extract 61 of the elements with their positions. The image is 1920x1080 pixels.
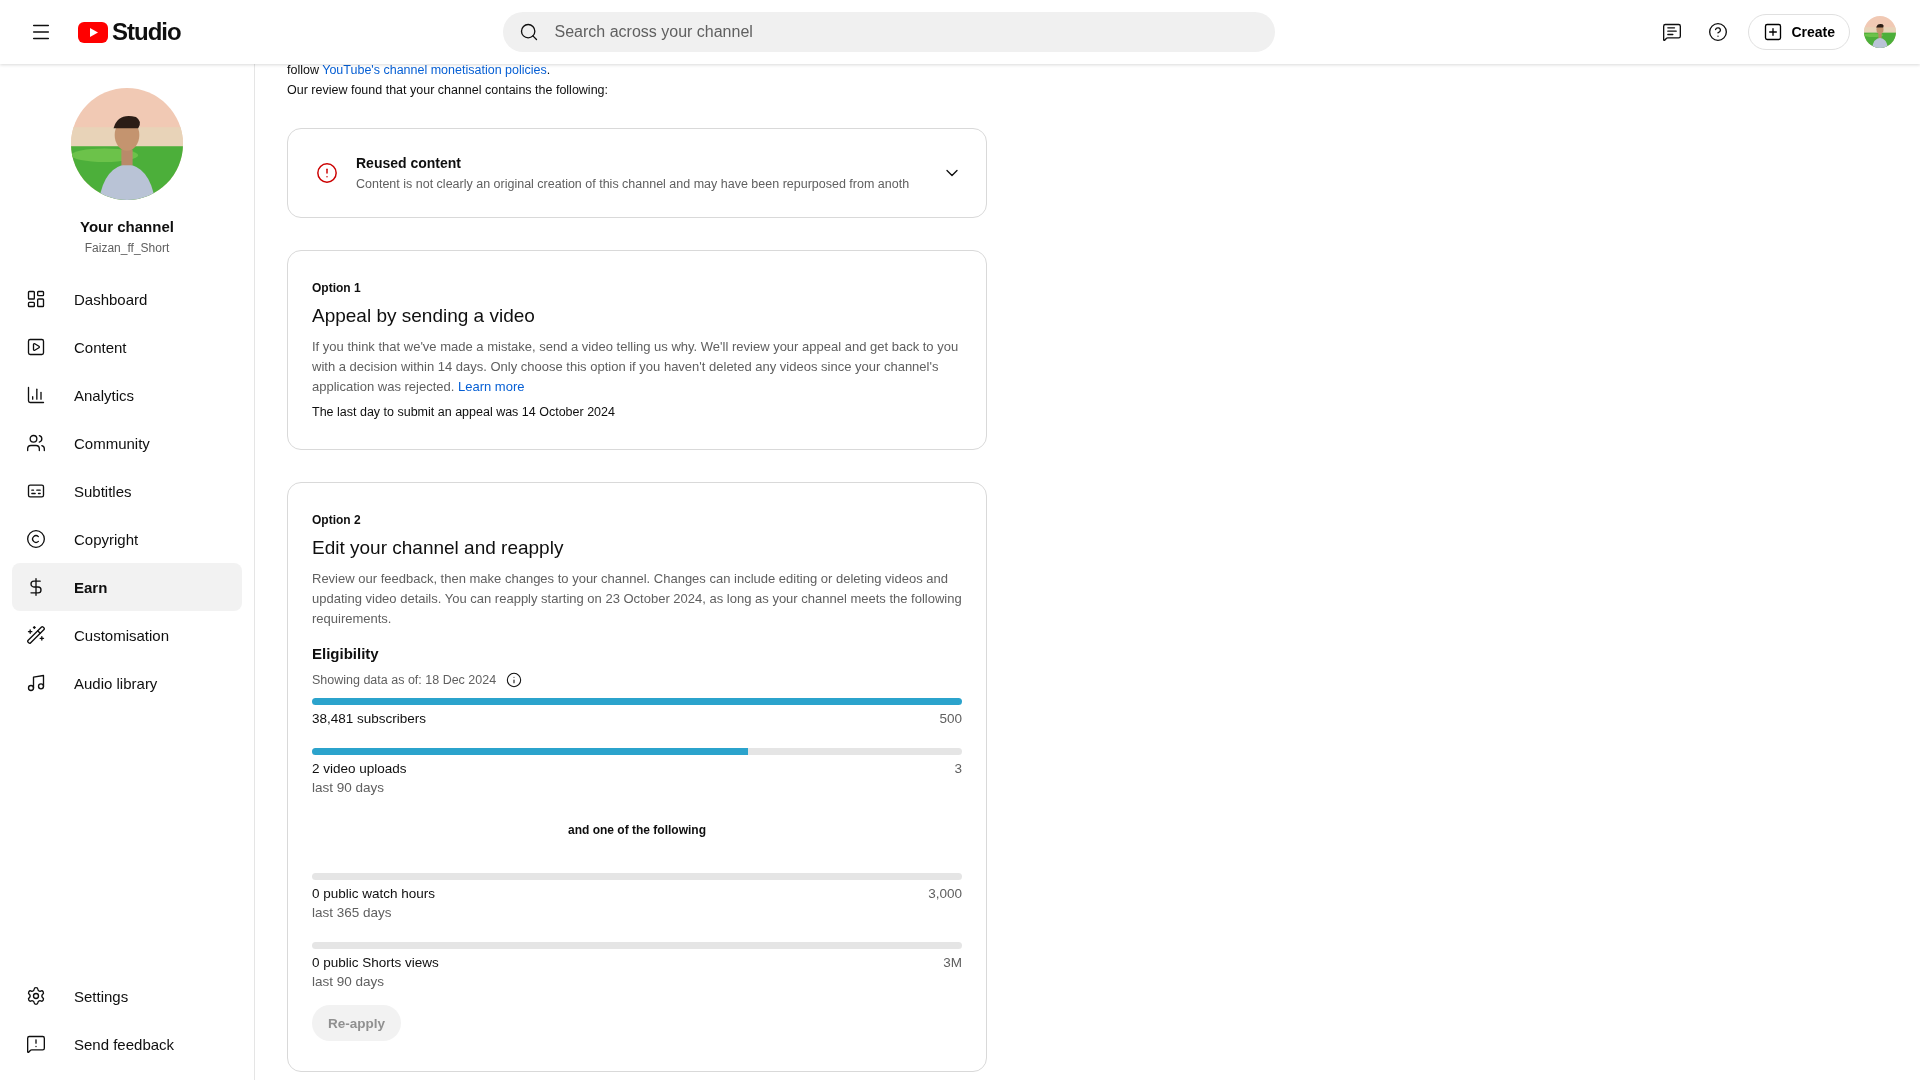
- option-description: If you think that we've made a mistake, send a video telling us why. We'll review your appeal and get back to you with a decision within 14 days. Only choose this option if you haven't deleted any videos since your channel's application was rejected. Learn more: [312, 338, 960, 396]
- sidebar-item[interactable]: Subtitles: [12, 467, 242, 515]
- deadline-text: The last day to submit an appeal was 14 October 2024: [312, 405, 616, 419]
- people-icon: [26, 433, 46, 453]
- sidebar-item[interactable]: Analytics: [12, 371, 242, 419]
- requirement-period: last 365 days: [312, 905, 393, 920]
- requirement-label: 38,481 subscribers: [312, 711, 427, 726]
- requirement-target: 3M: [943, 955, 962, 972]
- message-icon: [1662, 22, 1683, 42]
- feedback-icon: [26, 1034, 46, 1054]
- requirement-target: 500: [939, 711, 962, 726]
- requirement-label: 0 public Shorts views: [312, 955, 439, 970]
- add-video-icon: [1763, 22, 1784, 42]
- sidebar-item[interactable]: Community: [12, 419, 242, 467]
- alert-icon: [316, 162, 338, 184]
- sidebar-item[interactable]: Send feedback: [12, 1020, 242, 1068]
- requirement-target: 3,000: [928, 886, 962, 903]
- eligibility-heading: Eligibility: [312, 645, 380, 662]
- separator-text: and one of the following: [567, 823, 707, 837]
- search-bar[interactable]: Search across your channel: [502, 12, 1275, 52]
- issue-description: Content is not clearly an original creation of this channel and may have been repurposed from anoth: [356, 177, 911, 191]
- requirement-label: 0 public watch hours: [312, 886, 436, 901]
- info-icon[interactable]: [506, 672, 523, 688]
- sidebar-item[interactable]: Earn: [12, 563, 242, 611]
- requirement-target: 3: [954, 761, 962, 778]
- search-field[interactable]: Search across your channel: [552, 22, 1259, 42]
- play-icon: [26, 337, 46, 357]
- magic-wand-icon: [26, 625, 46, 645]
- sidebar-item[interactable]: Content: [12, 323, 242, 371]
- option-description: Review our feedback, then make changes to your channel. Changes can include editing or deleting videos and updating video details. You can reapply starting on 23 October 2024, as long as your channel meets the following requirements.: [312, 570, 962, 628]
- requirement-label: 2 video uploads: [312, 761, 407, 776]
- sidebar-item[interactable]: Audio library: [12, 659, 242, 707]
- help-icon: [1708, 22, 1729, 42]
- requirement-period: last 90 days: [312, 780, 386, 795]
- issue-card[interactable]: Reused content Content is not clearly an original creation of this channel and may have been repurposed from anoth: [287, 128, 987, 218]
- bar-chart-icon: [26, 385, 46, 405]
- option-title: Appeal by sending a video: [312, 305, 536, 327]
- channel-title: Your channel: [79, 218, 175, 235]
- sidebar-item[interactable]: Settings: [12, 972, 242, 1020]
- option-title: Edit your channel and reapply: [312, 537, 565, 559]
- intro-text: follow YouTube's channel monetisation policies.: [287, 64, 552, 79]
- search-icon: [518, 22, 539, 42]
- sidebar-item[interactable]: Customisation: [12, 611, 242, 659]
- copyright-icon: [26, 529, 46, 549]
- play-logo-icon: [78, 21, 108, 43]
- studio-logo[interactable]: Studio: [78, 18, 181, 46]
- settings-icon: [26, 986, 46, 1006]
- requirement-period: last 90 days: [312, 974, 386, 989]
- music-icon: [26, 673, 46, 693]
- review-text: Our review found that your channel contains the following:: [287, 82, 610, 99]
- dashboard-icon: [26, 289, 46, 309]
- data-date: Showing data as of: 18 Dec 2024: [312, 673, 497, 687]
- channel-handle: Faizan_ff_Short: [83, 241, 171, 255]
- option-label: Option 1: [312, 281, 362, 295]
- sidebar-item[interactable]: Dashboard: [12, 275, 242, 323]
- learn-more-link[interactable]: Learn more: [458, 379, 525, 394]
- option-label: Option 2: [312, 513, 362, 527]
- issue-title: Reused content: [356, 155, 462, 171]
- sidebar-item[interactable]: Copyright: [12, 515, 242, 563]
- policy-link[interactable]: YouTube's channel monetisation policies: [322, 64, 547, 77]
- create-button[interactable]: Create: [1748, 14, 1850, 50]
